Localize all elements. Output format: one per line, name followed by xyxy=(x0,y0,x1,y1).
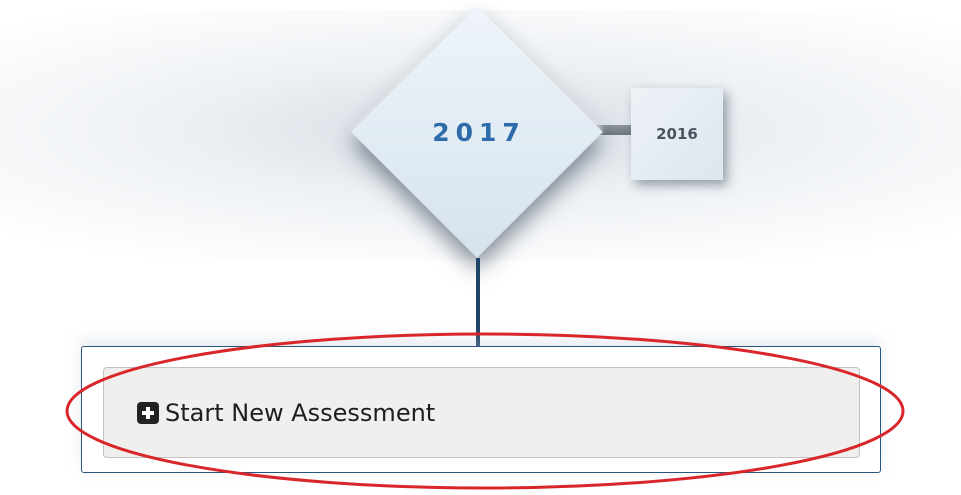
current-year-label[interactable]: 2017 xyxy=(388,43,566,221)
plus-square-icon xyxy=(137,401,159,424)
previous-year-node[interactable]: 2016 xyxy=(631,88,723,180)
start-new-assessment-button[interactable]: Start New Assessment xyxy=(103,367,860,458)
start-new-assessment-label: Start New Assessment xyxy=(165,398,436,427)
assessment-timeline-view: 2017 2016 Start New Assessment xyxy=(0,0,961,495)
timeline-vertical-line xyxy=(476,258,480,348)
